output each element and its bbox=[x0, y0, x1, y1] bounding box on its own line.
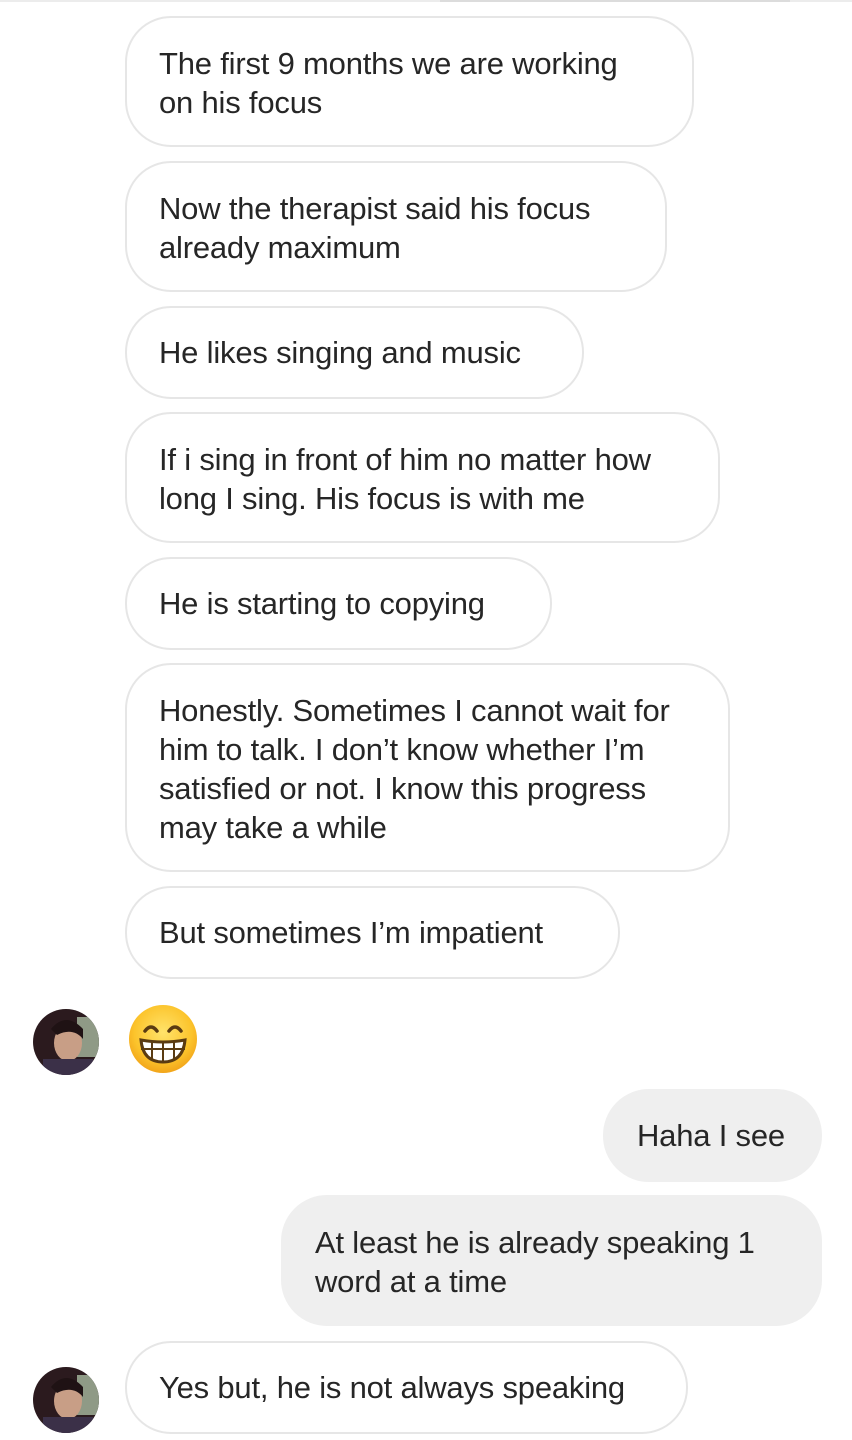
avatar[interactable] bbox=[33, 1009, 99, 1075]
message-text: He is starting to copying bbox=[159, 586, 485, 621]
message-bubble[interactable]: Now the therapist said his focus already… bbox=[125, 161, 667, 292]
message-text: At least he is already speaking 1 word a… bbox=[315, 1225, 755, 1299]
message-bubble[interactable]: If i sing in front of him no matter how … bbox=[125, 412, 720, 543]
message-bubble-outgoing[interactable]: Haha I see bbox=[603, 1089, 822, 1182]
avatar-photo bbox=[33, 1367, 99, 1433]
message-bubble[interactable]: Honestly. Sometimes I cannot wait for hi… bbox=[125, 663, 730, 872]
message-text: But sometimes I’m impatient bbox=[159, 915, 543, 950]
message-text: Yes but, he is not always speaking bbox=[159, 1370, 625, 1405]
message-text: If i sing in front of him no matter how … bbox=[159, 442, 651, 516]
avatar[interactable] bbox=[33, 1367, 99, 1433]
message-text: Honestly. Sometimes I cannot wait for hi… bbox=[159, 693, 670, 845]
top-divider-accent bbox=[440, 0, 790, 2]
message-bubble[interactable]: He is starting to copying bbox=[125, 557, 552, 650]
message-bubble[interactable]: But sometimes I’m impatient bbox=[125, 886, 620, 979]
message-text: Haha I see bbox=[637, 1118, 785, 1153]
message-bubble-outgoing[interactable]: At least he is already speaking 1 word a… bbox=[281, 1195, 822, 1326]
message-text: The first 9 months we are working on his… bbox=[159, 46, 618, 120]
message-bubble[interactable]: He likes singing and music bbox=[125, 306, 584, 399]
message-bubble[interactable]: The first 9 months we are working on his… bbox=[125, 16, 694, 147]
avatar-photo bbox=[33, 1009, 99, 1075]
grinning-face-emoji-icon[interactable] bbox=[128, 1004, 198, 1074]
message-bubble[interactable]: Yes but, he is not always speaking bbox=[125, 1341, 688, 1434]
message-text: Now the therapist said his focus already… bbox=[159, 191, 591, 265]
message-text: He likes singing and music bbox=[159, 335, 521, 370]
